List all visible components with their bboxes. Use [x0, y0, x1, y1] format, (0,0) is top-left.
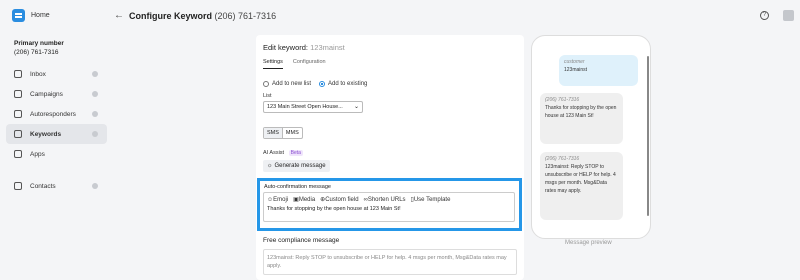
free-compliance-label: Free compliance message — [263, 237, 340, 244]
home-link[interactable]: Home — [31, 12, 50, 19]
keyword-editor-card: Edit keyword: 123mainst Settings Configu… — [256, 35, 524, 280]
bubble-sender: (206) 761-7316 — [545, 97, 580, 103]
use-template-button[interactable]: ▯ Use Template — [411, 196, 451, 204]
sms-toggle[interactable]: SMS — [264, 128, 283, 138]
list-mode-radios: Add to new list Add to existing — [263, 81, 367, 87]
status-dot — [92, 111, 98, 117]
sidebar-item-keywords[interactable]: Keywords — [6, 124, 107, 144]
bubble-sender: customer — [564, 59, 585, 65]
contacts-icon — [14, 182, 22, 190]
beta-badge: Beta — [288, 150, 303, 156]
status-dot — [92, 91, 98, 97]
radio-add-existing[interactable]: Add to existing — [319, 81, 367, 87]
status-dot — [92, 183, 98, 189]
bubble-sender: (206) 761-7316 — [545, 156, 580, 162]
custom-field-label: Custom field — [325, 196, 359, 203]
sidebar: Home Primary number (206) 761-7316 Inbox… — [0, 0, 110, 280]
sidebar-item-campaigns[interactable]: Campaigns — [6, 84, 107, 104]
sidebar-item-contacts[interactable]: Contacts — [6, 176, 107, 196]
generate-message-label: Generate message — [274, 163, 326, 169]
sidebar-item-label: Apps — [30, 150, 45, 158]
message-preview-label: Message preview — [565, 240, 612, 246]
avatar[interactable] — [783, 10, 794, 21]
emoji-label: Emoji — [273, 196, 289, 203]
ai-assist-label: AI Assist Beta — [263, 150, 303, 156]
campaigns-icon — [14, 90, 22, 98]
sidebar-item-label: Campaigns — [30, 90, 63, 98]
bubble-text: 123mainst — [564, 67, 588, 73]
list-select[interactable]: 123 Main Street Open House... ⌄ — [263, 101, 363, 113]
app-logo-icon[interactable] — [12, 9, 25, 22]
custom-field-button[interactable]: ⊕ Custom field — [320, 196, 359, 204]
mms-toggle[interactable]: MMS — [283, 128, 302, 138]
sparkle-icon: ☼ — [267, 163, 273, 169]
preview-scrollbar[interactable] — [647, 56, 649, 216]
incoming-bubble: (206) 761-7316 Thanks for stopping by th… — [540, 93, 623, 144]
generate-message-button[interactable]: ☼ Generate message — [263, 160, 330, 172]
sidebar-item-inbox[interactable]: Inbox — [6, 64, 107, 84]
media-button[interactable]: ▣ Media — [293, 196, 316, 204]
primary-number-label: Primary number — [14, 40, 64, 47]
tab-settings[interactable]: Settings — [263, 59, 283, 69]
back-arrow-icon[interactable]: ← — [114, 10, 124, 21]
status-dot — [92, 131, 98, 137]
sidebar-nav: Inbox Campaigns Autoresponders Keywords … — [6, 64, 107, 196]
inbox-icon — [14, 70, 22, 78]
incoming-bubble: (206) 761-7316 123mainst: Reply STOP to … — [540, 152, 623, 220]
radio-circle-icon — [263, 81, 269, 87]
ai-assist-text: AI Assist — [263, 150, 285, 156]
auto-confirmation-label: Auto-confirmation message — [264, 184, 331, 190]
sidebar-item-label: Inbox — [30, 70, 46, 78]
list-label: List — [263, 93, 272, 99]
message-type-toggle: SMS MMS — [263, 127, 303, 139]
autoresponders-icon — [14, 110, 22, 118]
radio-label: Add to new list — [272, 81, 312, 87]
message-preview-phone: customer 123mainst (206) 761-7316 Thanks… — [531, 35, 651, 239]
key-icon — [14, 130, 22, 138]
use-template-label: Use Template — [413, 196, 451, 203]
media-label: Media — [298, 196, 316, 203]
bubble-text: 123mainst: Reply STOP to unsubscribe or … — [545, 164, 616, 194]
emoji-button[interactable]: ☺ Emoji — [267, 196, 288, 203]
auto-confirmation-editor[interactable]: ☺ Emoji ▣ Media ⊕ Custom field ∞ Shorten URL… — [263, 192, 515, 222]
bubble-text: Thanks for stopping by the open house at… — [545, 105, 617, 119]
shorten-urls-button[interactable]: ∞ Shorten URLs — [364, 196, 406, 203]
page-title-phone: (206) 761-7316 — [214, 11, 277, 21]
sidebar-item-label: Keywords — [30, 130, 62, 138]
sidebar-item-label: Contacts — [30, 182, 56, 190]
free-compliance-text: 123mainst: Reply STOP to unsubscribe or … — [263, 249, 517, 275]
auto-confirmation-section: Auto-confirmation message ☺ Emoji ▣ Media … — [257, 178, 522, 231]
apps-icon — [14, 150, 22, 158]
sidebar-item-autoresponders[interactable]: Autoresponders — [6, 104, 107, 124]
radio-add-new-list[interactable]: Add to new list — [263, 81, 311, 87]
card-title-text: Edit keyword: — [263, 43, 309, 52]
list-select-value: 123 Main Street Open House... — [267, 104, 343, 110]
outgoing-bubble: customer 123mainst — [559, 55, 638, 86]
sidebar-item-apps[interactable]: Apps — [6, 144, 107, 164]
card-title: Edit keyword: 123mainst — [263, 43, 345, 52]
sidebar-item-label: Autoresponders — [30, 110, 76, 118]
page-title-text: Configure Keyword — [129, 11, 213, 21]
keyword-name: 123mainst — [310, 43, 345, 52]
page-title: Configure Keyword (206) 761-7316 — [129, 11, 276, 21]
primary-number: (206) 761-7316 — [14, 49, 59, 56]
auto-confirmation-text[interactable]: Thanks for stopping by the open house at… — [267, 206, 401, 212]
radio-selected-icon — [319, 81, 326, 87]
tab-configuration[interactable]: Configuration — [293, 59, 326, 69]
shorten-urls-label: Shorten URLs — [367, 196, 406, 203]
help-icon[interactable]: ? — [760, 11, 769, 20]
radio-label: Add to existing — [328, 81, 368, 87]
chevron-down-icon: ⌄ — [353, 104, 359, 110]
status-dot — [92, 71, 98, 77]
tabs: Settings Configuration — [263, 59, 326, 69]
editor-toolbar: ☺ Emoji ▣ Media ⊕ Custom field ∞ Shorten URL… — [267, 196, 451, 204]
